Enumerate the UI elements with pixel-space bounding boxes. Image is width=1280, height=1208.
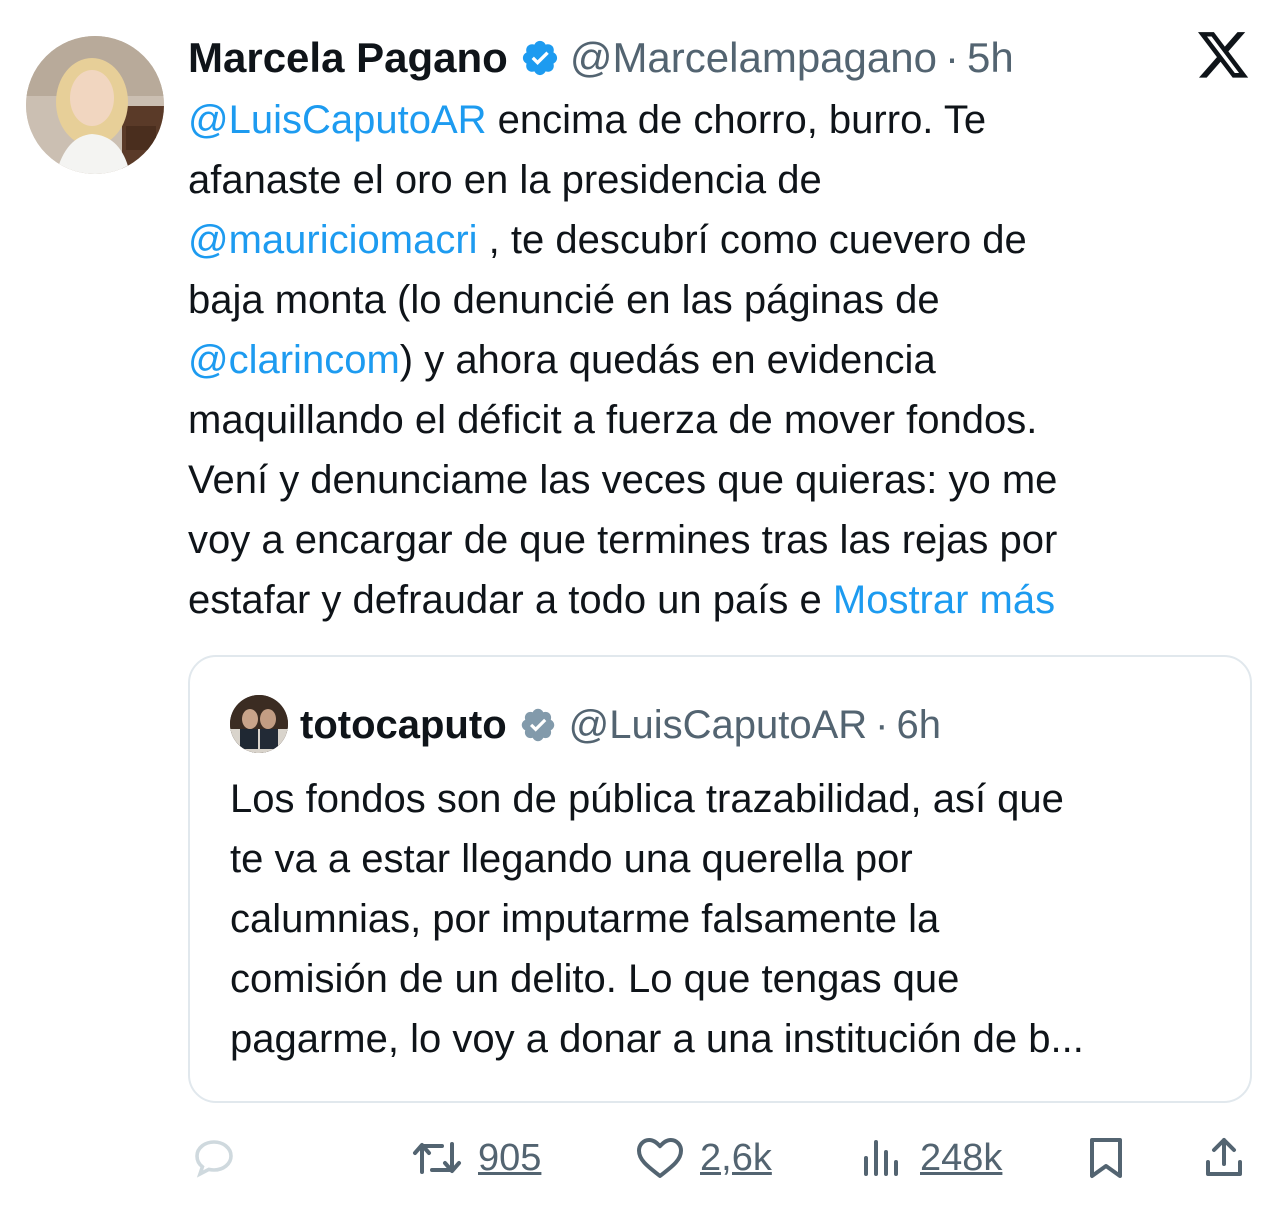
tweet-text-line: voy a encargar de que termines tras las … [188, 510, 1258, 570]
tweet-header: Marcela Pagano @Marcelampagano · 5h [188, 30, 1014, 86]
quoted-text-line: calumnias, por imputarme falsamente la [230, 897, 940, 941]
tweet-text-segment: estafar y defraudar a todo un país e [188, 578, 833, 622]
quoted-author-handle[interactable]: @LuisCaputoAR [569, 703, 868, 748]
retweet-count: 905 [478, 1136, 542, 1179]
tweet-text: @LuisCaputoAR encima de chorro, burro. T… [188, 90, 1258, 630]
separator-dot: · [944, 34, 959, 81]
like-button[interactable]: 2,6k [634, 1128, 772, 1188]
bookmark-icon [1090, 1138, 1122, 1178]
tweet-text-segment: Vení y denunciame las veces que quieras:… [188, 458, 1058, 502]
tweet-text-line: @clarincom) y ahora quedás en evidencia [188, 330, 1258, 390]
retweet-icon [413, 1142, 461, 1174]
quoted-text-line: pagarme, lo voy a donar a una institució… [230, 1017, 1084, 1061]
like-count: 2,6k [700, 1136, 772, 1179]
quoted-tweet-time[interactable]: 6h [897, 703, 942, 748]
tweet-text-line: @mauriciomacri , te descubrí como cuever… [188, 210, 1258, 270]
author-handle[interactable]: @Marcelampagano [570, 34, 937, 82]
author-name[interactable]: Marcela Pagano [188, 34, 508, 82]
reply-icon [195, 1140, 233, 1178]
x-logo-icon [1198, 32, 1249, 78]
quoted-text-line: te va a estar llegando una querella por [230, 837, 913, 881]
verified-badge-icon [521, 708, 554, 742]
like-icon [637, 1138, 683, 1178]
tweet-text-segment: voy a encargar de que termines tras las … [188, 518, 1058, 562]
views-icon [864, 1140, 898, 1176]
quoted-separator-dot: · [875, 702, 889, 747]
quoted-header: totocaputo @LuisCaputoAR · 6h [300, 695, 941, 755]
quoted-author-avatar [230, 695, 288, 753]
mention-link[interactable]: @clarincom [188, 338, 400, 382]
tweet-text-segment: baja monta (lo denuncié en las páginas d… [188, 278, 940, 322]
tweet-text-line: baja monta (lo denuncié en las páginas d… [188, 270, 1258, 330]
tweet-text-line: maquillando el déficit a fuerza de mover… [188, 390, 1258, 450]
mention-link[interactable]: @LuisCaputoAR [188, 98, 487, 142]
tweet-text-segment: maquillando el déficit a fuerza de mover… [188, 398, 1038, 442]
verified-badge-icon [522, 40, 557, 76]
tweet-text-segment: afanaste el oro en la presidencia de [188, 158, 822, 202]
share-button[interactable] [1200, 1128, 1248, 1188]
bookmark-button[interactable] [1082, 1128, 1130, 1188]
tweet-text-line: estafar y defraudar a todo un país e Mos… [188, 570, 1258, 630]
tweet-text-segment: encima de chorro, burro. Te [486, 98, 987, 142]
views-count: 248k [920, 1136, 1003, 1179]
views-button[interactable]: 248k [858, 1128, 1002, 1188]
tweet-text-line: Vení y denunciame las veces que quieras:… [188, 450, 1258, 510]
tweet-text-segment: , te descubrí como cuevero de [477, 218, 1027, 262]
show-more-link[interactable]: Mostrar más [833, 578, 1055, 622]
mention-link[interactable]: @mauriciomacri [188, 218, 478, 262]
share-icon [1206, 1138, 1242, 1176]
tweet-text-segment: ) y ahora quedás en evidencia [399, 338, 936, 382]
tweet-text-line: @LuisCaputoAR encima de chorro, burro. T… [188, 90, 1258, 150]
quoted-tweet-text: Los fondos son de pública trazabilidad, … [230, 769, 1240, 1069]
tweet-text-line: afanaste el oro en la presidencia de [188, 150, 1258, 210]
quoted-text-line: Los fondos son de pública trazabilidad, … [230, 777, 1064, 821]
tweet-time[interactable]: 5h [967, 34, 1014, 82]
quoted-tweet[interactable]: totocaputo @LuisCaputoAR · 6h Los fondos… [188, 655, 1252, 1103]
quoted-avatar-photo [230, 695, 288, 753]
avatar-photo [26, 36, 164, 174]
retweet-button[interactable]: 905 [410, 1128, 541, 1188]
quoted-text-line: comisión de un delito. Lo que tengas que [230, 957, 960, 1001]
author-avatar[interactable] [26, 36, 164, 174]
reply-button[interactable] [190, 1128, 238, 1188]
quoted-author-name[interactable]: totocaputo [300, 703, 507, 748]
action-bar: 905 2,6k 248k [0, 1128, 1280, 1188]
